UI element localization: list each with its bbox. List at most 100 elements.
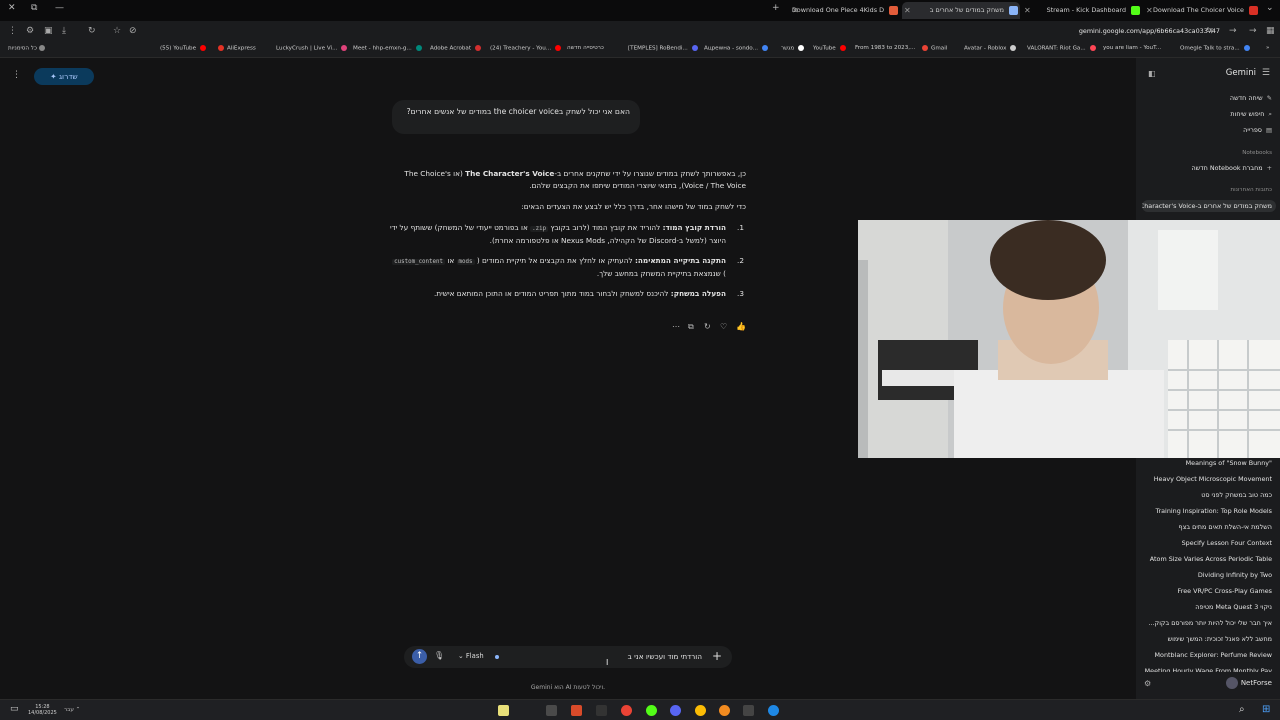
bookmark-star-icon[interactable]: ☆ [113, 26, 121, 36]
bookmark-item[interactable]: YouTube [813, 45, 846, 52]
sidebar-item-new-chat[interactable]: ✎שיחה חדשה [1230, 94, 1272, 102]
edge-app-icon[interactable] [768, 705, 779, 716]
new-tab-icon[interactable]: + [772, 3, 780, 13]
tab-close-icon[interactable]: ✕ [1024, 2, 1031, 19]
bookmark-item[interactable]: Ацреwна - sоndо... [704, 45, 769, 52]
more-actions-icon[interactable]: ⋯ [672, 322, 680, 331]
bookmark-item[interactable]: Adobe Acrobat [430, 45, 482, 52]
add-attachment-icon[interactable]: + [712, 649, 722, 663]
browser-tab-strip: ✕ ⧉ — + ✕ Download One Piece 4Kids D ✕ מ… [0, 0, 1280, 21]
history-item[interactable]: כמה טוב במשחק לפני סט [1201, 491, 1272, 499]
send-button[interactable]: ↑ [412, 649, 427, 664]
minimize-icon[interactable]: — [55, 3, 64, 13]
bookmark-item[interactable]: Omegle Talk to stra... [1180, 45, 1250, 52]
system-tray[interactable]: עבר ⌃ [64, 707, 80, 713]
office-app-icon[interactable] [571, 705, 582, 716]
screenshot-icon[interactable]: ▣ [44, 26, 53, 36]
start-menu-icon[interactable]: ⊞ [1262, 704, 1270, 715]
account-chip[interactable]: NetForse [1225, 677, 1272, 689]
history-item[interactable]: איך חבר שלי יכול להיות יותר מפורסם בקוק.… [1149, 619, 1272, 627]
tab-close-icon[interactable]: ✕ [904, 2, 911, 19]
address-bar[interactable]: gemini.google.com/app/6b66ca43ca033747 [1079, 27, 1220, 35]
bookmark-item[interactable]: מגשר [781, 45, 805, 52]
history-item[interactable]: Specify Lesson Four Context [1182, 539, 1272, 547]
chrome-app-icon[interactable] [621, 705, 632, 716]
browser-app-icon[interactable] [719, 705, 730, 716]
back-icon[interactable]: → [1229, 26, 1237, 36]
model-selector[interactable]: ⌄ Flash [458, 652, 484, 660]
tab-kick-dashboard[interactable]: ✕ Stream - Kick Dashboard [1022, 2, 1142, 19]
thumbs-up-icon[interactable]: 👍 [736, 322, 746, 331]
history-item[interactable]: Dividing Infinity by Two [1198, 571, 1272, 579]
settings-gear-icon[interactable]: ⚙ [1144, 679, 1151, 688]
history-item[interactable]: מחשב ללא פאנל זכוכית: המשך שימוש [1168, 635, 1272, 643]
bookmark-item[interactable]: AliExpress [216, 45, 256, 52]
bookmark-item[interactable]: (55) YouTube [160, 45, 207, 52]
forward-arrow-icon[interactable]: → [1249, 26, 1257, 36]
extensions-icon[interactable]: ⚙ [26, 26, 34, 36]
upgrade-button[interactable]: ✦ שדרוג [34, 68, 94, 85]
history-item[interactable]: "Meanings of "Snow Bunny [1186, 459, 1272, 467]
bookmark-item[interactable]: From 1983 to 2023,... [855, 45, 915, 51]
history-item-active[interactable]: משחק במודים של אחרים ב-The Character's V… [1142, 200, 1276, 212]
kick-app-icon[interactable] [646, 705, 657, 716]
history-item[interactable]: Montblanc Explorer: Perfume Review [1155, 651, 1272, 659]
steam-app-icon[interactable] [596, 705, 607, 716]
chrome-profile-app-icon[interactable] [695, 705, 706, 716]
bookmark-all[interactable]: כל הסימניות [8, 45, 45, 52]
disclaimer-text: Gemini הוא AI ויכול לטעות. [530, 684, 606, 691]
tab-gemini-chat[interactable]: ✕ משחק במודים של אחרים ב [902, 2, 1020, 19]
regenerate-icon[interactable]: ↻ [704, 322, 711, 331]
tab-one-piece[interactable]: ✕ Download One Piece 4Kids D [790, 2, 900, 19]
microphone-icon[interactable]: 🎙 [434, 651, 444, 660]
download-icon[interactable]: ⤓ [62, 26, 66, 36]
bookmark-item[interactable]: Meet - hhp-emxn-g... [353, 45, 422, 52]
sidebar-item-search[interactable]: ⌕חיפוש שיחות [1230, 110, 1272, 119]
bookmark-item[interactable]: LuckyCrush | Live Vi... [276, 45, 348, 52]
tab-list-icon[interactable]: ⌄ [1266, 3, 1274, 13]
more-options-icon[interactable]: ⋮ [12, 70, 21, 80]
copy-icon[interactable]: ⧉ [688, 322, 694, 332]
tab-search-icon[interactable]: ⧉ [31, 3, 37, 13]
text-cursor-icon: I [606, 658, 609, 667]
history-item[interactable]: Free VR/PC Cross-Play Games [1178, 587, 1272, 595]
close-window-icon[interactable]: ✕ [8, 3, 16, 13]
menu-icon[interactable]: ⋮ [8, 26, 17, 36]
bookmarks-overflow-icon[interactable]: » [1266, 45, 1269, 51]
thumbs-down-icon[interactable]: ♡ [720, 322, 727, 331]
tab-close-icon[interactable]: ✕ [1146, 2, 1153, 19]
history-item[interactable]: השלמת אי-השלת תאים מתים בצף [1179, 523, 1272, 531]
store-app-icon[interactable] [546, 705, 557, 716]
history-item[interactable]: Meeting Hourly Wage From Monthly Pay [1145, 667, 1272, 672]
history-item[interactable]: Training Inspiration: Top Role Models [1156, 507, 1272, 515]
bookmark-item[interactable]: VALORANT: Riot Ga... [1027, 45, 1096, 52]
sidebar-item-new-notebook[interactable]: +מחברת Notebook חדשה [1191, 164, 1272, 172]
forward-icon[interactable]: ⇆ [1206, 26, 1214, 36]
user-message-bubble: האם אני יכול לשחק בthe choicer voice במו… [392, 100, 640, 134]
taskbar-clock[interactable]: 15:28 14/08/2025 [28, 704, 57, 716]
tab-choicer-voice-download[interactable]: ✕ Download The Choicer Voice [1144, 2, 1260, 19]
history-item[interactable]: Atom Size Varies Across Periodic Table [1150, 555, 1272, 563]
discord-app-icon[interactable] [670, 705, 681, 716]
reload-icon[interactable]: ↻ [88, 26, 96, 36]
sidebar-toggle-icon[interactable]: ◧ [1148, 69, 1156, 78]
prompt-input-box[interactable]: + הורדתי מוד ועכשיו אני ב ↑ 🎙 ⌄ Flash [404, 646, 732, 668]
bookmark-item[interactable]: [TEMPLES] RoBendi... [628, 45, 698, 52]
search-icon[interactable]: ⌕ [1239, 704, 1245, 715]
terminal-app-icon[interactable] [743, 705, 754, 716]
notifications-icon[interactable]: ▭ [10, 704, 19, 714]
history-item[interactable]: ניקוי Meta Quest 3 מטיפה [1195, 603, 1272, 611]
prompt-input[interactable]: הורדתי מוד ועכשיו אני ב [628, 652, 702, 661]
hamburger-icon[interactable]: ☰ [1262, 68, 1270, 78]
notes-app-icon[interactable] [498, 705, 509, 716]
tab-close-icon[interactable]: ✕ [792, 2, 799, 19]
bookmark-item[interactable]: Avatar - Roblox [964, 45, 1017, 52]
site-info-icon[interactable]: ⊘ [129, 26, 137, 36]
bookmark-item[interactable]: כרטיסייה חדשה [567, 45, 604, 51]
bookmark-item[interactable]: you are liam - YouT... [1103, 45, 1161, 51]
bookmark-item[interactable]: Gmail [920, 45, 947, 52]
apps-icon[interactable]: ▦ [1266, 26, 1275, 36]
sidebar-item-library[interactable]: ▤ספרייה [1243, 126, 1272, 134]
history-item[interactable]: Heavy Object Microscopic Movement [1154, 475, 1272, 483]
bookmark-item[interactable]: (24) Treachery - You... [490, 45, 562, 52]
